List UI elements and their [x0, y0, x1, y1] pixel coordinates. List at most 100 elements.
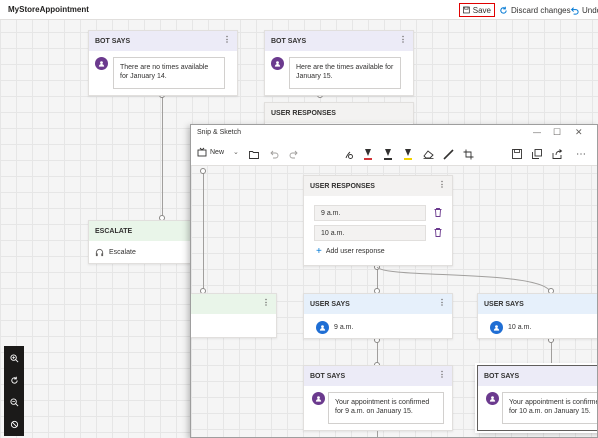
snip-title: Snip & Sketch [197, 129, 241, 136]
user-responses-card-background[interactable]: USER RESPONSES [264, 102, 414, 126]
undo-snip-button[interactable] [267, 147, 281, 161]
card-header: USER RESPONSES [265, 103, 413, 123]
share-icon [552, 149, 562, 159]
bot-says-card-no-times[interactable]: BOT SAYS ⋮ There are no times available … [88, 30, 238, 96]
bot-avatar-icon [312, 392, 325, 405]
response-option[interactable]: 10 a.m. [314, 225, 426, 241]
eraser-icon [422, 150, 434, 159]
pencil-button[interactable] [381, 147, 395, 161]
more-options-icon[interactable]: ⋮ [438, 370, 446, 379]
plus-icon: + [316, 246, 322, 257]
user-avatar-icon [490, 321, 503, 334]
card-header: BOT SAYS ⋮ [304, 366, 452, 386]
fit-view-button[interactable] [7, 417, 21, 431]
zoom-out-icon [9, 397, 18, 406]
touch-writing-icon [345, 151, 353, 159]
partial-card[interactable]: ⋮ [191, 293, 277, 338]
branch-connector [376, 266, 552, 294]
zoom-out-button[interactable] [7, 395, 21, 409]
card-header-label: USER RESPONSES [310, 182, 375, 190]
share-button[interactable] [550, 147, 564, 161]
open-folder-button[interactable] [247, 147, 261, 161]
pen-icon [364, 149, 372, 160]
more-options-icon[interactable]: ⋮ [223, 35, 231, 44]
chevron-down-icon[interactable]: ⌄ [233, 148, 239, 156]
reset-icon [10, 376, 18, 384]
snip-toolbar: New ⌄ ⋯ [191, 142, 597, 166]
snip-title-bar: Snip & Sketch — ☐ ✕ [191, 125, 597, 142]
bot-avatar-icon [95, 57, 108, 70]
user-says-card-9am[interactable]: USER SAYS ⋮ 9 a.m. [303, 293, 453, 339]
save-icon [463, 6, 470, 14]
card-header-label: BOT SAYS [271, 37, 307, 45]
more-options-icon[interactable]: ⋮ [438, 298, 446, 307]
snip-and-sketch-window: Snip & Sketch — ☐ ✕ New ⌄ ⋯ ⋮ USER RESPO… [190, 124, 598, 438]
copy-icon [532, 149, 542, 159]
bot-message: Your appointment is confirmed for 9 a.m.… [328, 392, 444, 424]
response-option[interactable]: 9 a.m. [314, 205, 426, 221]
bot-message: There are no times available for January… [113, 57, 225, 89]
user-says-card-10am[interactable]: USER SAYS 10 a.m. [477, 293, 597, 339]
escalate-card[interactable]: ESCALATE Escalate [88, 220, 198, 264]
undo-icon [270, 150, 279, 159]
new-snip-button[interactable]: New ⌄ [197, 147, 239, 157]
undo-label: Undo [582, 5, 598, 15]
ruler-icon [442, 148, 454, 160]
card-header: BOT SAYS [478, 366, 597, 386]
crop-icon [463, 149, 473, 159]
save-snip-button[interactable] [510, 147, 524, 161]
bot-says-card-confirm-9am[interactable]: BOT SAYS ⋮ Your appointment is confirmed… [303, 365, 453, 431]
save-icon [512, 149, 522, 159]
redo-snip-button[interactable] [287, 147, 301, 161]
ballpoint-pen-button[interactable] [361, 147, 375, 161]
card-header: ⋮ [191, 294, 276, 314]
touch-writing-button[interactable] [341, 147, 355, 161]
card-header: BOT SAYS ⋮ [89, 31, 237, 51]
bot-avatar-icon [486, 392, 499, 405]
new-snip-icon [197, 147, 207, 157]
more-options-icon[interactable]: ⋮ [399, 35, 407, 44]
bot-says-card-times[interactable]: BOT SAYS ⋮ Here are the times available … [264, 30, 414, 96]
minimize-icon[interactable]: — [533, 128, 541, 137]
redo-icon [289, 150, 298, 159]
crop-button[interactable] [461, 147, 475, 161]
card-header: BOT SAYS ⋮ [265, 31, 413, 51]
highlighter-button[interactable] [401, 147, 415, 161]
folder-icon [249, 150, 259, 159]
close-icon[interactable]: ✕ [575, 127, 583, 138]
card-header: USER SAYS ⋮ [304, 294, 452, 314]
discard-label: Discard changes [511, 5, 571, 15]
delete-icon[interactable] [434, 228, 442, 237]
headset-icon [95, 248, 104, 257]
card-header-label: BOT SAYS [484, 372, 520, 380]
undo-button[interactable]: Undo [570, 3, 598, 17]
reset-view-button[interactable] [7, 373, 21, 387]
connector [162, 96, 163, 220]
user-message: 10 a.m. [508, 324, 532, 331]
escalate-row: Escalate [95, 248, 136, 257]
connector [203, 170, 204, 291]
escalate-label: Escalate [109, 249, 136, 256]
zoom-in-button[interactable] [7, 351, 21, 365]
app-title: MyStoreAppointment [8, 5, 89, 14]
eraser-button[interactable] [421, 147, 435, 161]
discard-changes-button[interactable]: Discard changes [499, 3, 571, 17]
card-header-label: USER SAYS [484, 300, 524, 308]
more-options-button[interactable]: ⋯ [574, 147, 588, 161]
undo-icon [570, 6, 579, 15]
delete-icon[interactable] [434, 208, 442, 217]
ruler-button[interactable] [441, 147, 455, 161]
more-options-icon[interactable]: ⋮ [262, 298, 270, 307]
copy-button[interactable] [530, 147, 544, 161]
maximize-icon[interactable]: ☐ [553, 127, 561, 138]
bot-message: Your appointment is confirmed for 10 a.m… [502, 392, 597, 424]
add-user-response-button[interactable]: + Add user response [316, 246, 385, 257]
card-header: USER RESPONSES ⋮ [304, 176, 452, 196]
card-header-label: ESCALATE [95, 227, 133, 235]
connector-dot [200, 168, 206, 174]
user-responses-card[interactable]: USER RESPONSES ⋮ 9 a.m. 10 a.m. + Add us… [303, 175, 453, 266]
bot-says-card-confirm-10am[interactable]: BOT SAYS Your appointment is confirmed f… [477, 365, 597, 431]
more-options-icon[interactable]: ⋮ [438, 180, 446, 189]
add-user-response-label: Add user response [325, 248, 385, 255]
save-button[interactable]: Save [459, 3, 495, 17]
